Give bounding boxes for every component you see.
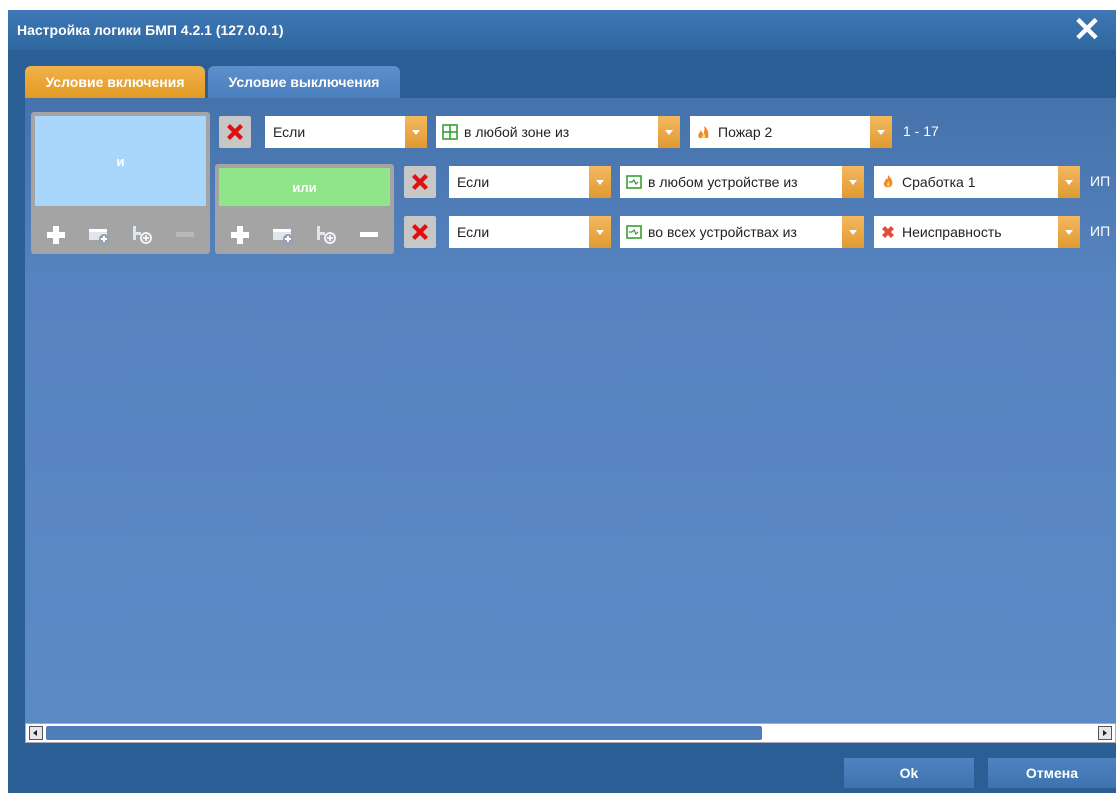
state-select[interactable]: Сработка 1 xyxy=(874,166,1080,198)
add-condition-button[interactable] xyxy=(227,222,253,248)
condition-value: Если xyxy=(457,174,490,190)
scroll-left-button[interactable] xyxy=(29,726,43,740)
title-bar: Настройка логики БМП 4.2.1 (127.0.0.1) ✕ xyxy=(8,10,1116,50)
and-group-label: и xyxy=(116,154,125,169)
plus-icon xyxy=(47,226,66,244)
delete-row-button[interactable] xyxy=(404,216,436,248)
state-value: Сработка 1 xyxy=(902,174,976,190)
cancel-button[interactable]: Отмена xyxy=(988,758,1116,788)
and-group-toolbar xyxy=(35,222,206,248)
fault-icon xyxy=(882,226,894,238)
window-title: Настройка логики БМП 4.2.1 (127.0.0.1) xyxy=(17,22,284,38)
scope-value: в любом устройстве из xyxy=(648,174,798,190)
tree-add-icon xyxy=(132,226,152,244)
condition-select[interactable]: Если xyxy=(449,216,611,248)
flame-icon xyxy=(883,175,893,188)
scope-value: в любой зоне из xyxy=(464,124,570,140)
device-icon xyxy=(626,175,642,189)
plus-icon xyxy=(231,226,250,244)
or-group-header[interactable]: или xyxy=(219,168,390,206)
state-value: Неисправность xyxy=(902,224,1002,240)
add-block-icon xyxy=(89,229,110,244)
target-value: ИП xyxy=(1090,173,1111,189)
delete-row-button[interactable] xyxy=(404,166,436,198)
tree-add-icon xyxy=(316,226,336,244)
state-select[interactable]: Неисправность xyxy=(874,216,1080,248)
ok-button[interactable]: Ok xyxy=(844,758,974,788)
fire-zone-icon xyxy=(698,126,709,138)
chevron-down-icon[interactable] xyxy=(1058,216,1080,248)
minus-icon xyxy=(175,232,194,237)
logic-panel: и или Если в любой зоне из Пожар 2 1 - 1… xyxy=(25,98,1116,723)
scroll-right-button[interactable] xyxy=(1098,726,1112,740)
scroll-thumb[interactable] xyxy=(46,726,762,740)
close-icon[interactable]: ✕ xyxy=(1072,13,1102,47)
delete-x-icon xyxy=(412,224,428,240)
scope-select[interactable]: во всех устройствах из xyxy=(620,216,864,248)
scope-select[interactable]: в любом устройстве из xyxy=(620,166,864,198)
dialog-window: Настройка логики БМП 4.2.1 (127.0.0.1) ✕… xyxy=(8,10,1116,793)
target-value: 1 - 17 xyxy=(903,123,939,139)
or-group-toolbar xyxy=(219,222,390,248)
chevron-down-icon[interactable] xyxy=(870,116,892,148)
horizontal-scrollbar[interactable] xyxy=(25,723,1116,743)
remove-button[interactable] xyxy=(172,222,198,248)
chevron-down-icon[interactable] xyxy=(405,116,427,148)
delete-x-icon xyxy=(227,124,243,140)
add-subgroup-button[interactable] xyxy=(129,222,155,248)
condition-value: Если xyxy=(273,124,306,140)
target-value: ИП xyxy=(1090,223,1111,239)
add-block-icon xyxy=(273,229,294,244)
add-block-button[interactable] xyxy=(86,222,112,248)
add-block-button[interactable] xyxy=(270,222,296,248)
device-icon xyxy=(626,225,642,239)
chevron-down-icon[interactable] xyxy=(842,216,864,248)
or-group-label: или xyxy=(292,180,317,195)
scope-value: во всех устройствах из xyxy=(648,224,797,240)
or-group: или xyxy=(215,164,394,254)
chevron-down-icon[interactable] xyxy=(589,166,611,198)
delete-row-button[interactable] xyxy=(219,116,251,148)
minus-icon xyxy=(359,232,378,237)
tab-enable-condition[interactable]: Условие включения xyxy=(25,66,205,98)
chevron-down-icon[interactable] xyxy=(1058,166,1080,198)
and-group-header[interactable]: и xyxy=(35,116,206,206)
state-select[interactable]: Пожар 2 xyxy=(690,116,892,148)
chevron-down-icon[interactable] xyxy=(589,216,611,248)
tab-disable-condition[interactable]: Условие выключения xyxy=(208,66,400,98)
and-group: и xyxy=(31,112,210,254)
delete-x-icon xyxy=(412,174,428,190)
scope-select[interactable]: в любой зоне из xyxy=(436,116,680,148)
condition-select[interactable]: Если xyxy=(449,166,611,198)
zone-grid-icon xyxy=(442,124,458,140)
chevron-down-icon[interactable] xyxy=(658,116,680,148)
add-subgroup-button[interactable] xyxy=(313,222,339,248)
remove-button[interactable] xyxy=(356,222,382,248)
condition-value: Если xyxy=(457,224,490,240)
condition-select[interactable]: Если xyxy=(265,116,427,148)
add-condition-button[interactable] xyxy=(43,222,69,248)
chevron-down-icon[interactable] xyxy=(842,166,864,198)
state-value: Пожар 2 xyxy=(718,124,773,140)
